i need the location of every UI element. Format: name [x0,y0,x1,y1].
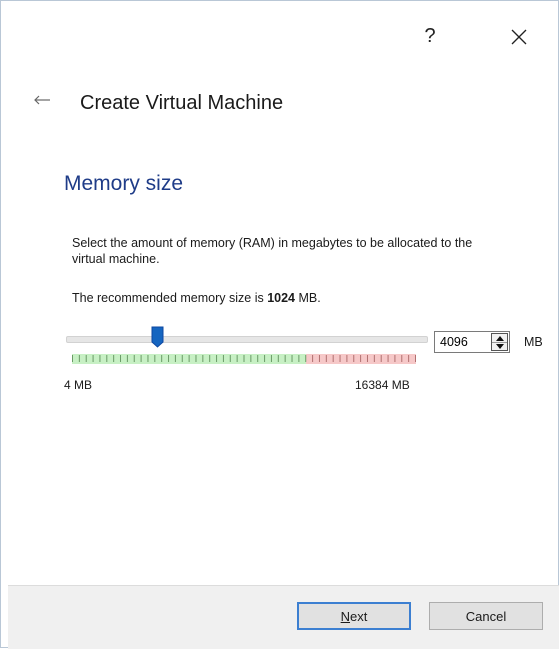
memory-size-input[interactable] [435,332,487,352]
arrow-up-icon [495,335,504,341]
memory-spinbox[interactable] [434,331,510,353]
slider-max-label: 16384 MB [355,378,410,392]
close-icon [511,29,527,45]
wizard-footer: Next Cancel [8,585,559,649]
title-bar: ? [8,0,559,70]
spin-down-button[interactable] [492,342,507,350]
slider-track [66,336,428,343]
recommended-memory-text: The recommended memory size is 1024 MB. [72,291,321,305]
memory-unit-label: MB [524,335,543,349]
back-arrow-icon [34,95,50,105]
memory-slider[interactable] [66,326,428,366]
recommended-memory-value: 1024 [267,291,296,305]
dialog-title: Create Virtual Machine [80,92,284,114]
arrow-down-icon [495,343,504,349]
slider-min-label: 4 MB [64,378,93,392]
recommend-suffix: MB. [295,291,321,305]
help-button[interactable]: ? [416,22,444,50]
section-title: Memory size [64,172,184,195]
next-button[interactable]: Next [297,602,411,630]
back-button[interactable] [33,91,57,109]
spin-buttons [491,333,508,351]
close-button[interactable] [502,22,536,52]
slider-thumb[interactable] [151,326,164,348]
cancel-button[interactable]: Cancel [429,602,543,630]
recommend-prefix: The recommended memory size is [72,291,268,305]
slider-ticks [72,355,416,362]
section-description: Select the amount of memory (RAM) in meg… [72,236,473,266]
